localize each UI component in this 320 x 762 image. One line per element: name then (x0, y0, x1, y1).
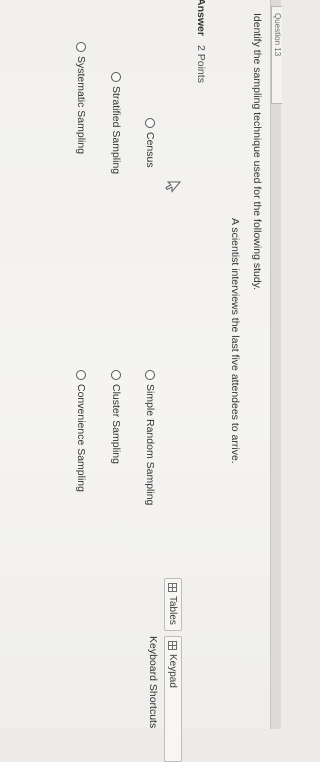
radio-circle-icon[interactable] (76, 42, 86, 52)
answer-label: Answer (195, 0, 207, 36)
radio-circle-icon[interactable] (111, 72, 121, 82)
option-census[interactable]: Census (144, 118, 156, 168)
radio-circle-icon[interactable] (111, 370, 121, 380)
option-convenience-sampling[interactable]: Convenience Sampling (75, 370, 87, 492)
option-label: Stratified Sampling (110, 86, 122, 175)
option-label: Cluster Sampling (110, 384, 122, 464)
option-systematic-sampling[interactable]: Systematic Sampling (75, 42, 87, 154)
radio-circle-icon[interactable] (145, 118, 155, 128)
tables-label: Tables (167, 596, 179, 625)
option-label: Convenience Sampling (75, 384, 87, 492)
tables-button[interactable]: Tables (164, 578, 182, 631)
top-bar: Question 13 (270, 0, 282, 729)
option-label: Simple Random Sampling (144, 384, 156, 506)
question-scenario: A scientist interviews the last five att… (229, 218, 241, 464)
question-page: Question 13 Identify the sampling techni… (0, 0, 282, 762)
question-prompt: Identify the sampling technique used for… (251, 13, 263, 291)
question-tab[interactable]: Question 13 (271, 6, 282, 104)
keypad-label: Keypad (167, 654, 179, 688)
keypad-button[interactable]: Keypad (164, 636, 182, 762)
keypad-grid-icon (168, 641, 178, 650)
option-stratified-sampling[interactable]: Stratified Sampling (110, 72, 122, 174)
option-simple-random-sampling[interactable]: Simple Random Sampling (144, 370, 156, 505)
option-label: Census (144, 132, 156, 168)
table-grid-icon (168, 583, 178, 592)
option-cluster-sampling[interactable]: Cluster Sampling (110, 370, 122, 464)
keyboard-shortcuts-link[interactable]: Keyboard Shortcuts (147, 636, 159, 728)
radio-circle-icon[interactable] (76, 370, 86, 380)
points-label: 2 Points (195, 45, 207, 83)
radio-circle-icon[interactable] (145, 370, 155, 380)
mouse-cursor-icon (165, 181, 181, 193)
option-label: Systematic Sampling (75, 56, 87, 155)
